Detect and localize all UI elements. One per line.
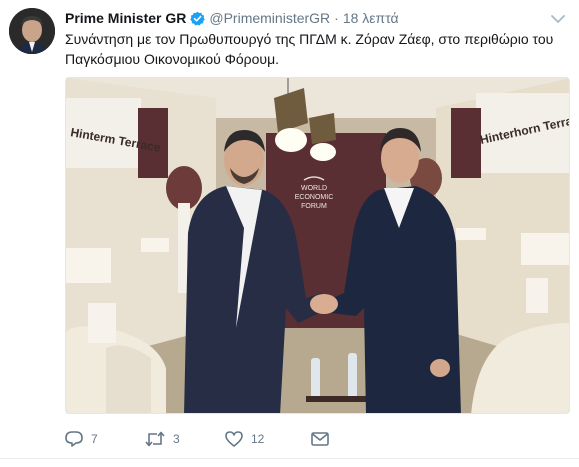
chevron-down-icon[interactable]	[551, 11, 565, 23]
tweet-text: Συνάντηση με τον Πρωθυπουργό της ΠΓΔΜ κ.…	[65, 31, 554, 67]
verified-badge-icon	[190, 11, 206, 26]
like-button[interactable]: 12	[225, 431, 311, 447]
handshake	[310, 294, 338, 314]
tweet-actions: 7 3 12	[65, 430, 329, 448]
retweet-count: 3	[173, 432, 180, 446]
reply-count: 7	[91, 432, 98, 446]
divider	[0, 458, 579, 459]
logo-line-3: FORUM	[301, 203, 327, 210]
tweet-header: Prime Minister GR @PrimeministerGR · 18 …	[65, 9, 399, 27]
timestamp[interactable]: 18 λεπτά	[343, 10, 399, 26]
separator-dot: ·	[334, 10, 339, 26]
reply-button[interactable]: 7	[65, 431, 145, 447]
direct-message-button[interactable]	[311, 432, 329, 446]
reply-icon	[65, 431, 83, 447]
heart-icon	[225, 431, 243, 447]
envelope-icon	[311, 432, 329, 446]
author-handle[interactable]: @PrimeministerGR	[209, 10, 330, 26]
logo-line-2: ECONOMIC	[295, 194, 334, 201]
retweet-button[interactable]: 3	[145, 431, 225, 447]
tweet-photo[interactable]: WORLD ECONOMIC FORUM Hinterm Terrace Hin…	[65, 77, 570, 414]
author-name[interactable]: Prime Minister GR	[65, 10, 186, 26]
retweet-icon	[145, 431, 165, 447]
tweet[interactable]: Prime Minister GR @PrimeministerGR · 18 …	[0, 0, 579, 467]
avatar[interactable]	[9, 8, 55, 54]
like-count: 12	[251, 432, 265, 446]
logo-line-1: WORLD	[301, 185, 327, 192]
